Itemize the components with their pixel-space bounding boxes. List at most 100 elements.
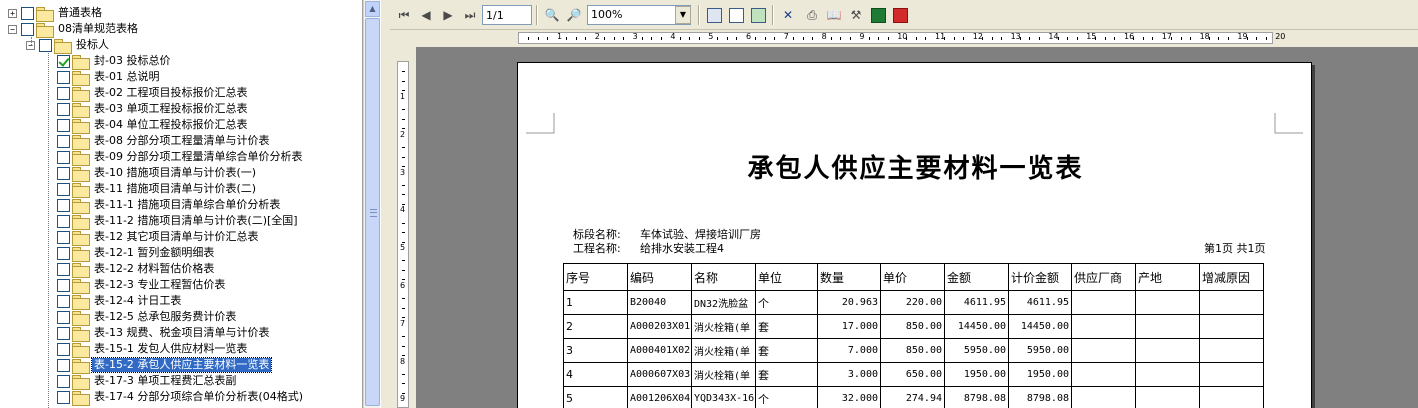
tree-item-checkbox[interactable] bbox=[57, 70, 70, 84]
tree-item[interactable]: 表-12-3 专业工程暂估价表 bbox=[57, 277, 227, 294]
tree-item-checkbox[interactable] bbox=[57, 102, 70, 116]
horizontal-ruler: 1 2 3 4 5 6 7 8 9 10 11 12 13 14 15 16 17 18 19 20 bbox=[390, 30, 1418, 47]
tree-item[interactable]: 表-12-2 材料暂估价格表 bbox=[57, 261, 216, 278]
tree-item-label: 表-04 单位工程投标报价汇总表 bbox=[94, 118, 248, 131]
ruler-tick bbox=[1095, 37, 1097, 40]
tree-item-label: 表-01 总说明 bbox=[94, 70, 160, 83]
ruler-tick bbox=[402, 80, 405, 82]
tree-item-checkbox[interactable] bbox=[57, 230, 70, 244]
tree-item[interactable]: 表-12-5 总承包服务费计价表 bbox=[57, 309, 238, 326]
tree-item-label: 投标人 bbox=[76, 38, 109, 51]
tree-item-checkbox[interactable] bbox=[21, 22, 34, 36]
ruler-tick bbox=[906, 37, 908, 40]
tree-item-checkbox[interactable] bbox=[57, 182, 70, 196]
tree-item[interactable]: 表-02 工程项目投标报价汇总表 bbox=[57, 85, 249, 102]
table-cell: 1 bbox=[563, 290, 628, 315]
first-page-icon[interactable]: ⏮ bbox=[394, 5, 414, 25]
chevron-down-icon[interactable]: ▼ bbox=[675, 6, 691, 24]
tree-item-label: 表-11-2 措施项目清单与计价表(二)[全国] bbox=[94, 214, 298, 227]
tree-item[interactable]: 表-13 规费、税金项目清单与计价表 bbox=[57, 325, 271, 342]
pdf-icon[interactable] bbox=[890, 5, 910, 25]
tree-item-checkbox[interactable] bbox=[57, 198, 70, 212]
collapse-icon[interactable]: − bbox=[8, 24, 17, 34]
tree-item[interactable]: 表-12 其它项目清单与计价汇总表 bbox=[57, 229, 260, 246]
tree-item-checkbox[interactable] bbox=[57, 54, 70, 68]
close-icon[interactable]: ✕ bbox=[778, 5, 798, 25]
zoom-out-icon[interactable]: 🔎 bbox=[564, 5, 584, 25]
tree-item-checkbox[interactable] bbox=[57, 214, 70, 228]
page-number-input[interactable] bbox=[482, 5, 532, 25]
tree-item[interactable]: 表-11-1 措施项目清单综合单价分析表 bbox=[57, 197, 282, 214]
zoom-in-icon[interactable]: 🔍 bbox=[542, 5, 562, 25]
expand-icon[interactable]: + bbox=[8, 8, 17, 18]
tree-item[interactable]: 表-11-2 措施项目清单与计价表(二)[全国] bbox=[57, 213, 300, 230]
prev-page-icon[interactable]: ◀ bbox=[416, 5, 436, 25]
last-page-icon[interactable]: ⏭ bbox=[460, 5, 480, 25]
tree-item-checkbox[interactable] bbox=[57, 278, 70, 292]
tree-item[interactable]: 封-03 投标总价 bbox=[57, 53, 172, 70]
tree-item[interactable]: 表-12-1 暂列金额明细表 bbox=[57, 245, 216, 262]
tree-item-checkbox[interactable] bbox=[57, 118, 70, 132]
ruler-tick bbox=[402, 383, 405, 385]
ruler-label: 8 bbox=[400, 356, 406, 366]
tree-item-checkbox[interactable] bbox=[57, 326, 70, 340]
tree-item-checkbox[interactable] bbox=[57, 358, 70, 372]
tree-item[interactable]: 表-11 措施项目清单与计价表(二) bbox=[57, 181, 258, 198]
preview-canvas[interactable]: 承包人供应主要材料一览表 标段名称: 车体试验、焊接培训厂房 工程名称: 给排水… bbox=[416, 47, 1418, 408]
tree-item[interactable]: + 普通表格 bbox=[8, 5, 104, 22]
tree-item-checkbox[interactable] bbox=[57, 310, 70, 324]
tree-item[interactable]: 表-04 单位工程投标报价汇总表 bbox=[57, 117, 249, 134]
save-icon[interactable] bbox=[704, 5, 724, 25]
report-tree[interactable]: + 普通表格 − 08清单规范表格 − 投标人 封-03 投标总价 表-01 总说明 表-02 … bbox=[0, 0, 363, 408]
ruler-tick bbox=[1189, 37, 1191, 40]
vertical-ruler: 1 2 3 4 5 6 7 8 9 bbox=[390, 47, 416, 408]
tree-item-checkbox[interactable] bbox=[57, 86, 70, 100]
ruler-tick bbox=[1142, 37, 1144, 40]
tree-item[interactable]: 表-15-2 承包人供应主要材料一览表 bbox=[57, 357, 273, 374]
tree-item-checkbox[interactable] bbox=[57, 374, 70, 388]
tree-item[interactable]: − 08清单规范表格 bbox=[8, 21, 140, 38]
export-icon[interactable] bbox=[748, 5, 768, 25]
tree-item[interactable]: 表-01 总说明 bbox=[57, 69, 161, 86]
tree-item-checkbox[interactable] bbox=[57, 166, 70, 180]
table-row: 3 A000401X02 消火栓箱(单套 7.000 850.00 5950.00 5950… bbox=[563, 338, 1264, 363]
next-page-icon[interactable]: ▶ bbox=[438, 5, 458, 25]
folder-icon bbox=[72, 134, 90, 150]
tree-item-checkbox[interactable] bbox=[21, 6, 34, 20]
tree-item[interactable]: 表-17-3 单项工程费汇总表副 bbox=[57, 373, 238, 390]
excel-icon[interactable] bbox=[868, 5, 888, 25]
tree-item[interactable]: 表-15-1 发包人供应材料一览表 bbox=[57, 341, 249, 358]
scroll-up-arrow-icon[interactable]: ▲ bbox=[365, 1, 380, 17]
tree-item-checkbox[interactable] bbox=[57, 246, 70, 260]
tree-item-checkbox[interactable] bbox=[57, 294, 70, 308]
tree-item[interactable]: 表-10 措施项目清单与计价表(一) bbox=[57, 165, 258, 182]
tree-item[interactable]: 表-09 分部分项工程量清单综合单价分析表 bbox=[57, 149, 304, 166]
tree-item-label: 普通表格 bbox=[58, 6, 102, 19]
project-value: 给排水安装工程4 bbox=[640, 242, 724, 255]
tree-item[interactable]: 表-17-4 分部分项综合单价分析表(04格式) bbox=[57, 389, 305, 406]
tree-scrollbar[interactable]: ▲ bbox=[363, 0, 380, 408]
ruler-label: 6 bbox=[746, 32, 752, 41]
ruler-label: 1 bbox=[557, 32, 563, 41]
page-setup-icon[interactable] bbox=[726, 5, 746, 25]
panel-splitter[interactable] bbox=[380, 0, 390, 408]
tools-icon[interactable]: ⚒ bbox=[846, 5, 866, 25]
tree-item-checkbox[interactable] bbox=[57, 134, 70, 148]
tree-guide-line bbox=[31, 37, 32, 45]
tree-item-checkbox[interactable] bbox=[39, 38, 52, 52]
tree-item[interactable]: 表-08 分部分项工程量清单与计价表 bbox=[57, 133, 271, 150]
book-icon[interactable]: 📖 bbox=[824, 5, 844, 25]
ruler-tick bbox=[698, 37, 700, 40]
tree-item-checkbox[interactable] bbox=[57, 342, 70, 356]
print-icon[interactable]: ⎙ bbox=[802, 5, 822, 25]
tree-item[interactable]: 表-03 单项工程投标报价汇总表 bbox=[57, 101, 249, 118]
tree-item-checkbox[interactable] bbox=[57, 262, 70, 276]
ruler-label: 4 bbox=[670, 32, 676, 41]
scroll-thumb[interactable] bbox=[365, 18, 380, 406]
tree-item[interactable]: − 投标人 bbox=[26, 37, 111, 54]
tree-item-checkbox[interactable] bbox=[57, 150, 70, 164]
tree-item[interactable]: 表-12-4 计日工表 bbox=[57, 293, 183, 310]
column-header: 单价 bbox=[880, 263, 945, 291]
ruler-tick bbox=[1133, 37, 1135, 40]
tree-item-checkbox[interactable] bbox=[57, 390, 70, 404]
